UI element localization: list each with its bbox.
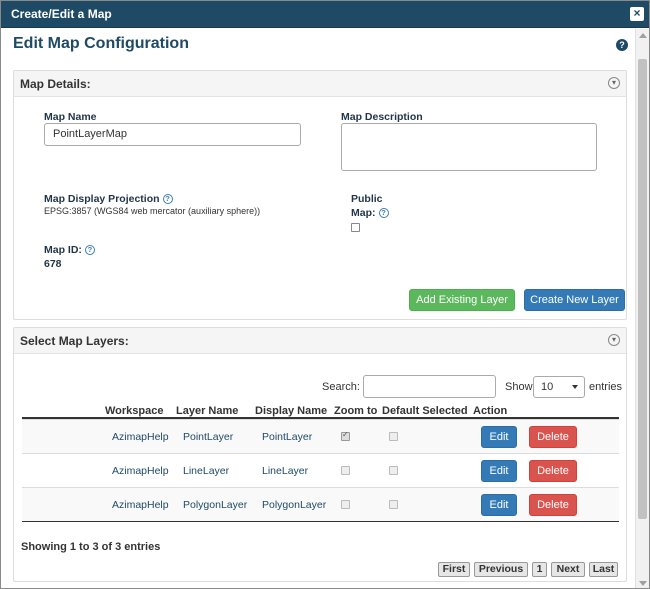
entries-label: entries (589, 381, 623, 393)
map-id-label: Map ID:? (44, 244, 95, 256)
select-map-layers-header[interactable]: Select Map Layers: ▾ (14, 328, 626, 354)
table-info: Showing 1 to 3 of 3 entries (21, 541, 161, 553)
row-display-name: LineLayer (262, 465, 309, 477)
edit-layer-button[interactable]: Edit (481, 494, 517, 516)
collapse-icon[interactable]: ▾ (608, 77, 620, 89)
show-label: Show (505, 381, 533, 393)
map-id-help-icon[interactable]: ? (84, 245, 95, 256)
delete-layer-button[interactable]: Delete (529, 460, 577, 482)
map-name-label: Map Name (44, 111, 97, 123)
row-display-name: PolygonLayer (262, 499, 327, 511)
map-details-panel: Map Details: ▾ Map Name PointLayerMap Ma… (13, 70, 627, 320)
chevron-down-icon (572, 385, 578, 389)
row-zoom-to-checkbox[interactable] (341, 466, 350, 475)
row-workspace: AzimapHelp (112, 465, 169, 477)
public-map-help-icon[interactable]: ? (378, 208, 389, 219)
pagination: First Previous 1 Next Last (438, 562, 618, 578)
map-projection-label-text: Map Display Projection (44, 193, 160, 205)
col-default-selected[interactable]: Default Selected (382, 405, 468, 417)
pagination-page-1[interactable]: 1 (532, 562, 547, 577)
vertical-scrollbar[interactable] (635, 29, 649, 588)
map-name-input[interactable]: PointLayerMap (44, 123, 301, 146)
close-icon[interactable]: × (630, 7, 644, 21)
create-edit-map-dialog: Create/Edit a Map × Edit Map Configurati… (0, 0, 650, 589)
table-row: AzimapHelp PointLayer PointLayer Edit De… (22, 419, 619, 453)
table-bottom-divider (22, 521, 619, 522)
pagination-next[interactable]: Next (551, 562, 585, 577)
search-input[interactable] (363, 375, 496, 398)
public-map-label-text: Map: (351, 207, 376, 219)
add-existing-layer-button[interactable]: Add Existing Layer (409, 289, 515, 311)
select-map-layers-panel: Select Map Layers: ▾ Search: Show 10 ent… (13, 327, 627, 582)
projection-help-icon[interactable]: ? (162, 194, 173, 205)
delete-layer-button[interactable]: Delete (529, 494, 577, 516)
table-row: AzimapHelp PolygonLayer PolygonLayer Edi… (22, 487, 619, 521)
map-id-value: 678 (44, 258, 62, 270)
col-layer-name[interactable]: Layer Name (176, 405, 238, 417)
pagination-first[interactable]: First (438, 562, 470, 577)
map-description-textarea[interactable] (341, 123, 597, 171)
pagination-previous[interactable]: Previous (474, 562, 528, 577)
scrollbar-thumb[interactable] (638, 59, 647, 519)
edit-layer-button[interactable]: Edit (481, 460, 517, 482)
row-layer-name: PointLayer (183, 431, 234, 443)
search-label: Search: (322, 381, 360, 393)
select-map-layers-title: Select Map Layers: (20, 334, 129, 348)
scroll-down-icon[interactable] (639, 581, 647, 586)
scroll-up-icon[interactable] (639, 33, 647, 38)
dialog-title: Create/Edit a Map (11, 7, 112, 21)
dialog-title-bar[interactable]: Create/Edit a Map × (1, 1, 649, 28)
delete-layer-button[interactable]: Delete (529, 426, 577, 448)
col-display-name[interactable]: Display Name (255, 405, 327, 417)
row-default-selected-checkbox[interactable] (389, 432, 398, 441)
edit-layer-button[interactable]: Edit (481, 426, 517, 448)
entries-per-page-value: 10 (541, 381, 554, 393)
row-display-name: PointLayer (262, 431, 313, 443)
row-workspace: AzimapHelp (112, 431, 169, 443)
map-description-label: Map Description (341, 111, 423, 123)
page-title: Edit Map Configuration (13, 35, 189, 52)
col-action: Action (473, 405, 508, 417)
public-map-checkbox[interactable] (351, 223, 360, 232)
row-workspace: AzimapHelp (112, 499, 169, 511)
map-details-title: Map Details: (20, 77, 91, 91)
help-icon[interactable]: ? (616, 39, 628, 51)
row-default-selected-checkbox[interactable] (389, 500, 398, 509)
map-details-header[interactable]: Map Details: ▾ (14, 71, 626, 97)
create-new-layer-button[interactable]: Create New Layer (524, 289, 625, 311)
public-map-label-line1: Public (351, 193, 383, 205)
row-layer-name: LineLayer (183, 465, 230, 477)
map-projection-label: Map Display Projection? (44, 193, 173, 205)
table-row: AzimapHelp LineLayer LineLayer Edit Dele… (22, 453, 619, 487)
pagination-last[interactable]: Last (589, 562, 618, 577)
public-map-label-line2: Map:? (351, 207, 389, 219)
entries-per-page-select[interactable]: 10 (533, 376, 585, 398)
row-default-selected-checkbox[interactable] (389, 466, 398, 475)
dialog-content: Edit Map Configuration ? Map Details: ▾ … (1, 29, 635, 588)
row-zoom-to-checkbox[interactable] (341, 430, 350, 441)
col-workspace[interactable]: Workspace (105, 405, 164, 417)
map-id-label-text: Map ID: (44, 244, 82, 256)
row-zoom-to-checkbox[interactable] (341, 500, 350, 509)
row-layer-name: PolygonLayer (183, 499, 248, 511)
map-projection-value: EPSG:3857 (WGS84 web mercator (auxiliary… (44, 206, 261, 216)
col-zoom-to[interactable]: Zoom to (334, 405, 377, 417)
collapse-icon[interactable]: ▾ (608, 334, 620, 346)
